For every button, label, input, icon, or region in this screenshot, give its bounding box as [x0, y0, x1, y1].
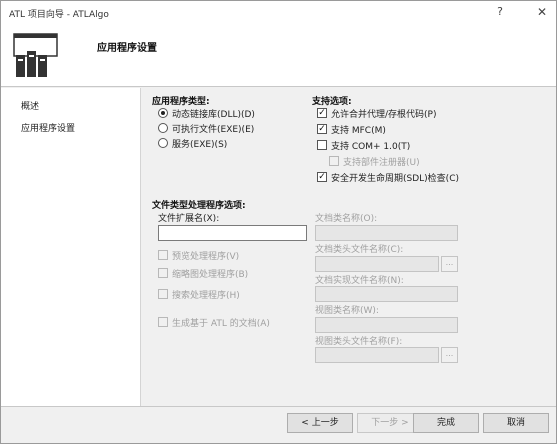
app-type-label: 应用程序类型:	[152, 97, 210, 107]
checkbox-atl-document[interactable]	[158, 317, 168, 327]
doc-header-name-input[interactable]	[315, 256, 439, 272]
settings-panel: 应用程序类型: 动态链接库(DLL)(D) 可执行文件(EXE)(E) 服务(E…	[142, 88, 556, 406]
nav-item-app-settings[interactable]: 应用程序设置	[21, 121, 75, 134]
doc-header-browse-button[interactable]: ...	[441, 256, 458, 272]
file-extension-label: 文件扩展名(X):	[158, 214, 220, 224]
radio-exe-label[interactable]: 可执行文件(EXE)(E)	[172, 122, 254, 135]
checkbox-merge-proxy[interactable]: ✓	[317, 108, 327, 118]
page-title: 应用程序设置	[97, 43, 157, 54]
checkbox-merge-proxy-label[interactable]: 允许合并代理/存根代码(P)	[331, 107, 436, 120]
checkbox-thumbnail-handler-label: 缩略图处理程序(B)	[172, 270, 249, 280]
doc-impl-name-label: 文档实现文件名称(N):	[315, 276, 404, 286]
doc-class-name-input[interactable]	[315, 225, 458, 241]
help-button[interactable]: ?	[493, 5, 507, 19]
view-header-name-label: 视图类头文件名称(F):	[315, 337, 403, 347]
close-button[interactable]: ✕	[535, 5, 549, 19]
checkbox-search-handler-label: 搜索处理程序(H)	[172, 291, 240, 301]
support-options-label: 支持选项:	[312, 97, 352, 107]
radio-exe[interactable]	[158, 123, 168, 133]
file-type-options-label: 文件类型处理程序选项:	[152, 201, 246, 211]
radio-service[interactable]	[158, 138, 168, 148]
window-title: ATL 项目向导 - ATLAlgo	[9, 10, 109, 20]
view-class-name-input[interactable]	[315, 317, 458, 333]
file-extension-input[interactable]	[158, 225, 307, 241]
wizard-header: 应用程序设置	[1, 25, 556, 87]
doc-header-name-label: 文档类头文件名称(C):	[315, 245, 404, 255]
checkbox-atl-document-label: 生成基于 ATL 的文档(A)	[172, 319, 270, 329]
wizard-app-icon	[13, 33, 58, 77]
view-header-name-input[interactable]	[315, 347, 439, 363]
checkbox-search-handler[interactable]	[158, 289, 168, 299]
checkbox-sdl-label[interactable]: 安全开发生命周期(SDL)检查(C)	[331, 171, 459, 184]
checkbox-complus-label[interactable]: 支持 COM+ 1.0(T)	[331, 139, 410, 152]
radio-dll-label[interactable]: 动态链接库(DLL)(D)	[172, 107, 255, 120]
checkbox-complus[interactable]	[317, 140, 327, 150]
title-bar: ATL 项目向导 - ATLAlgo ? ✕	[1, 1, 556, 25]
radio-service-label[interactable]: 服务(EXE)(S)	[172, 137, 227, 150]
cancel-button[interactable]: 取消	[483, 413, 549, 433]
wizard-nav: 概述 应用程序设置	[1, 88, 141, 406]
view-header-browse-button[interactable]: ...	[441, 347, 458, 363]
footer-divider	[1, 406, 556, 407]
checkbox-component-registrar-label: 支持部件注册器(U)	[343, 158, 420, 168]
prev-button[interactable]: < 上一步	[287, 413, 353, 433]
finish-button[interactable]: 完成	[413, 413, 479, 433]
radio-dll[interactable]	[158, 108, 168, 118]
nav-item-overview[interactable]: 概述	[21, 99, 39, 112]
checkbox-component-registrar[interactable]	[329, 156, 339, 166]
checkbox-sdl[interactable]: ✓	[317, 172, 327, 182]
doc-impl-name-input[interactable]	[315, 286, 458, 302]
checkbox-preview-handler-label: 预览处理程序(V)	[172, 252, 240, 262]
checkbox-thumbnail-handler[interactable]	[158, 268, 168, 278]
atl-wizard-window: ATL 项目向导 - ATLAlgo ? ✕ 应用程序设置 概述 应用程序设置 …	[0, 0, 557, 444]
checkbox-mfc-label[interactable]: 支持 MFC(M)	[331, 123, 386, 136]
doc-class-name-label: 文档类名称(O):	[315, 214, 378, 224]
checkbox-preview-handler[interactable]	[158, 250, 168, 260]
view-class-name-label: 视图类名称(W):	[315, 306, 379, 316]
checkbox-mfc[interactable]: ✓	[317, 124, 327, 134]
